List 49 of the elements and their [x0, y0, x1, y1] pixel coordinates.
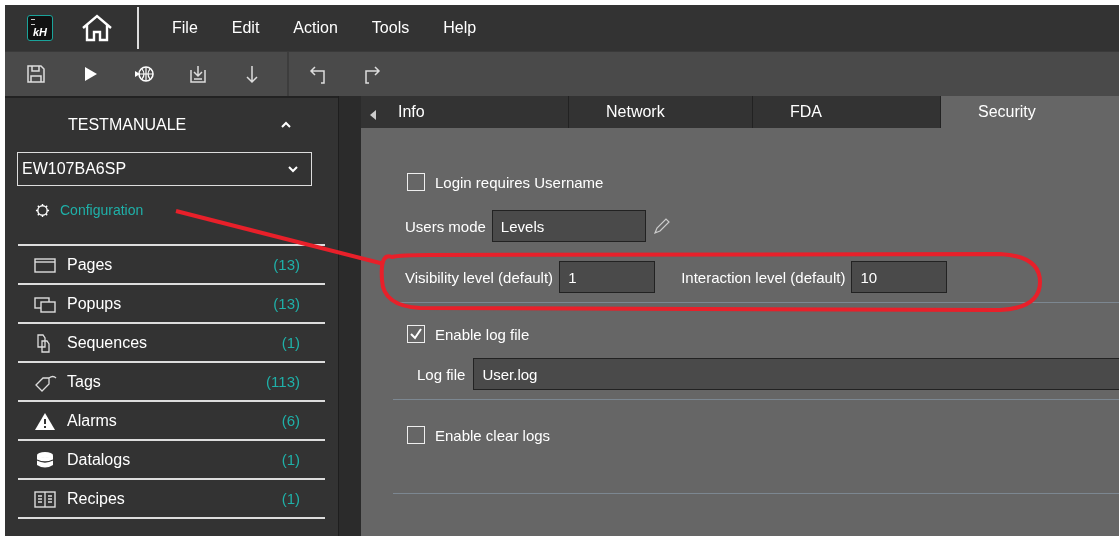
- item-count: (1): [281, 451, 300, 468]
- checkbox[interactable]: [407, 173, 425, 191]
- project-name: TESTMANUALE: [68, 116, 188, 134]
- home-icon[interactable]: [81, 14, 113, 42]
- sidebar-item[interactable]: Alarms (6): [18, 402, 325, 441]
- pencil-icon[interactable]: [651, 216, 672, 236]
- tab[interactable]: Security: [941, 96, 1119, 128]
- interaction-level-field[interactable]: 10: [851, 261, 948, 293]
- configuration-link[interactable]: Configuration: [60, 202, 144, 218]
- item-count: (13): [273, 295, 300, 312]
- caret-icon: [287, 165, 299, 173]
- sidebar-item[interactable]: Tags (113): [18, 363, 325, 402]
- field-label: Users mode: [405, 217, 486, 235]
- gear-icon: [35, 202, 50, 218]
- item-count: (13): [273, 256, 300, 273]
- checkbox[interactable]: [407, 325, 425, 343]
- scroll-left-icon[interactable]: [369, 109, 377, 121]
- checkbox-label: Enable log file: [435, 325, 530, 343]
- visibility-level-field[interactable]: 1: [559, 261, 656, 293]
- sidebar-item[interactable]: Sequences (1): [18, 324, 325, 363]
- checkbox-label: Login requires Username: [435, 173, 604, 191]
- item-count: (113): [266, 373, 300, 390]
- menu-item[interactable]: File: [172, 19, 198, 37]
- globe-icon[interactable]: [133, 63, 155, 85]
- sidebar-item[interactable]: Popups (13): [18, 285, 325, 324]
- menu-item[interactable]: Edit: [231, 19, 260, 37]
- sidebar-item[interactable]: Recipes (1): [18, 480, 325, 519]
- save-icon[interactable]: [25, 63, 47, 85]
- book-icon: [33, 488, 57, 509]
- download-icon[interactable]: [187, 63, 209, 85]
- app-logo[interactable]: kH: [27, 15, 53, 41]
- sidebar-item[interactable]: Datalogs (1): [18, 441, 325, 480]
- menu-item[interactable]: Help: [443, 19, 477, 37]
- item-count: (1): [281, 334, 300, 351]
- item-count: (6): [281, 412, 300, 429]
- collapse-caret-icon[interactable]: [280, 121, 292, 129]
- item-count: (1): [281, 490, 300, 507]
- checkbox[interactable]: [407, 426, 425, 444]
- menu-item[interactable]: Tools: [371, 19, 410, 37]
- logo-text: kH: [32, 26, 48, 38]
- sidebar-item[interactable]: Pages (13): [18, 246, 325, 285]
- field-label: Log file: [417, 365, 466, 383]
- menu-item[interactable]: Action: [293, 19, 338, 37]
- checkbox-label: Enable clear logs: [435, 426, 551, 444]
- field-label: Visibility level (default): [405, 268, 554, 286]
- log-file-field[interactable]: User.log: [473, 358, 1119, 390]
- device-dropdown[interactable]: EW107BA6SP: [17, 152, 312, 186]
- field-label: Interaction level (default): [681, 268, 846, 286]
- users-mode-field[interactable]: Levels: [491, 210, 646, 242]
